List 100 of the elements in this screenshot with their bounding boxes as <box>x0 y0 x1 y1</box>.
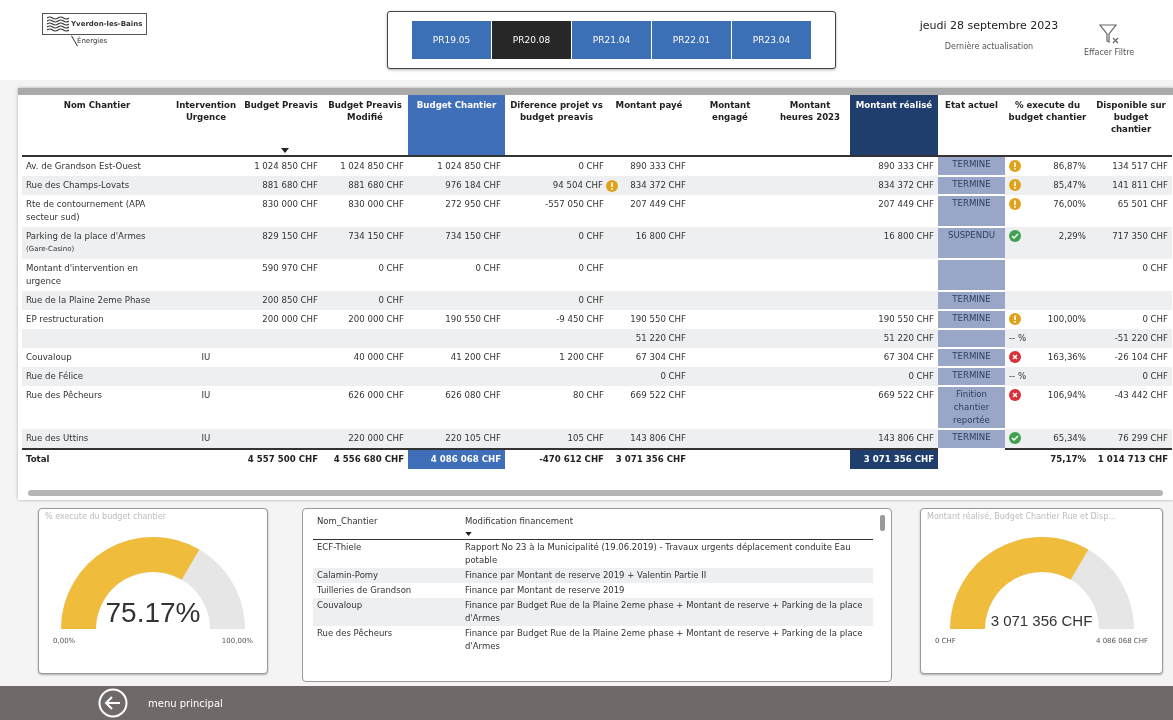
table-cell: 65 501 CHF <box>1117 198 1168 211</box>
table-cell: 76 299 CHF <box>1117 432 1168 445</box>
column-header[interactable]: Intervention Urgence <box>172 95 240 156</box>
table-cell: Parking de la place d'Armes <box>26 231 146 241</box>
column-header[interactable]: Modification financement <box>461 513 873 540</box>
table-cell: 829 150 CHF <box>262 230 318 243</box>
filter-clear-icon <box>1098 23 1121 45</box>
gauge-value: 3 071 356 CHF <box>989 612 1094 629</box>
table-cell: 105 CHF <box>567 432 604 445</box>
total-cell: 4 556 680 CHF <box>333 454 404 464</box>
status-label: TERMINE <box>952 294 991 304</box>
table-cell: 100,00% <box>1047 313 1086 326</box>
table-cell: 669 522 CHF <box>630 389 686 402</box>
table-cell: IU <box>201 389 211 402</box>
table-cell: 51 220 CHF <box>635 332 686 345</box>
table-cell: 0 CHF <box>578 230 604 243</box>
table-cell: 0 CHF <box>1142 262 1168 275</box>
column-header[interactable]: Diference projet vs budget preavis <box>505 95 608 156</box>
table-cell: 881 680 CHF <box>262 179 318 192</box>
status-label: TERMINE <box>952 432 991 442</box>
slicer-button[interactable]: PR22.01 <box>652 21 731 59</box>
table-cell: 76,00% <box>1053 198 1086 211</box>
slicer-button[interactable]: PR19.05 <box>412 21 491 59</box>
gauge-value: 75.17% <box>104 597 202 629</box>
horizontal-scrollbar[interactable] <box>28 490 1163 496</box>
error-icon <box>1009 351 1021 363</box>
slicer-button[interactable]: PR20.08 <box>492 21 571 59</box>
table-cell: 830 000 CHF <box>348 198 404 211</box>
warning-icon <box>1009 313 1021 325</box>
table-cell: Rue des Pêcheurs <box>317 628 393 638</box>
column-header[interactable]: Montant engagé <box>690 95 770 156</box>
table-cell: 220 000 CHF <box>348 432 404 445</box>
table-cell: 717 350 CHF <box>1112 230 1168 243</box>
table-cell: 830 000 CHF <box>262 198 318 211</box>
clear-filter-button[interactable]: Effacer Filtre <box>1084 23 1135 57</box>
status-label: TERMINE <box>952 198 991 208</box>
table-cell: 0 CHF <box>1142 370 1168 383</box>
column-header[interactable]: Montant réalisé <box>850 95 938 156</box>
total-cell: 1 014 713 CHF <box>1097 454 1168 464</box>
total-cell: 3 071 356 CHF <box>863 454 934 464</box>
table-cell: 94 504 CHF <box>552 179 603 192</box>
table-cell: 272 950 CHF <box>445 198 501 211</box>
total-cell: 3 071 356 CHF <box>615 454 686 464</box>
table-cell: 0 CHF <box>578 160 604 173</box>
slicer-button[interactable]: PR23.04 <box>732 21 811 59</box>
table-cell: Montant d'intervention en urgence <box>26 263 138 286</box>
table-cell: 190 550 CHF <box>878 313 934 326</box>
total-cell: Total <box>26 454 50 464</box>
status-label: Finition chantier reportée <box>953 389 990 425</box>
table-cell: -- % <box>1009 332 1027 345</box>
column-header[interactable]: Budget Preavis <box>240 95 322 156</box>
table-cell: 0 CHF <box>578 294 604 307</box>
column-header[interactable]: Budget Chantier <box>408 95 505 156</box>
table-cell: Rte de contournement (APA secteur sud) <box>26 199 146 222</box>
table-cell: -9 450 CHF <box>556 313 604 326</box>
table-cell: Couvaloup <box>26 352 72 362</box>
table-cell: 626 000 CHF <box>348 389 404 402</box>
table-cell: 86,87% <box>1053 160 1086 173</box>
table-cell: 190 550 CHF <box>445 313 501 326</box>
status-label: TERMINE <box>952 370 991 380</box>
menu-button[interactable]: menu principal <box>98 688 223 718</box>
table-cell: 220 105 CHF <box>445 432 501 445</box>
table-cell: 0 CHF <box>378 294 404 307</box>
status-label: TERMINE <box>952 179 991 189</box>
table-cell: 134 517 CHF <box>1112 160 1168 173</box>
table-cell: 0 CHF <box>1142 313 1168 326</box>
table-cell: 200 850 CHF <box>262 294 318 307</box>
column-header[interactable]: Montant payé <box>608 95 690 156</box>
status-label: TERMINE <box>952 351 991 361</box>
column-header[interactable]: Nom_Chantier <box>313 513 461 540</box>
table-cell: 207 449 CHF <box>878 198 934 211</box>
table-cell: 890 333 CHF <box>878 160 934 173</box>
table-cell: 834 372 CHF <box>630 179 686 192</box>
slicer-button[interactable]: PR21.04 <box>572 21 651 59</box>
table-cell: -557 050 CHF <box>545 198 604 211</box>
total-cell: -470 612 CHF <box>539 454 604 464</box>
table-cell: Finance par Budget Rue de la Plaine 2eme phase + Montant de reserve + Parking de la place d'Armes <box>465 628 863 651</box>
table-cell: 0 CHF <box>475 262 501 275</box>
table-cell: IU <box>201 351 211 364</box>
table-cell: 734 150 CHF <box>445 230 501 243</box>
table-cell: 200 000 CHF <box>262 313 318 326</box>
column-header[interactable]: Disponible sur budget chantier <box>1090 95 1172 156</box>
refresh-caption: Dernière actualisation <box>944 42 1034 51</box>
table-cell: 163,36% <box>1047 351 1086 364</box>
table-cell: IU <box>201 432 211 445</box>
vertical-scrollbar[interactable] <box>880 515 885 531</box>
table-cell: Rue de la Plaine 2eme Phase <box>26 295 151 305</box>
check-icon <box>1009 230 1021 242</box>
warning-icon <box>1009 198 1021 210</box>
table-cell: EP restructuration <box>26 314 104 324</box>
table-cell: 65,34% <box>1053 432 1086 445</box>
table-cell: Rue des Pêcheurs <box>26 390 103 400</box>
table-cell: 16 800 CHF <box>635 230 686 243</box>
table-cell: 1 200 CHF <box>559 351 604 364</box>
column-header[interactable]: Nom Chantier <box>22 95 172 156</box>
table-cell: Finance par Budget Rue de la Plaine 2eme phase + Montant de reserve + Parking de la place d'Armes <box>465 600 863 623</box>
table-cell: 2,29% <box>1058 230 1086 243</box>
table-cell: 881 680 CHF <box>348 179 404 192</box>
column-header[interactable]: % execute du budget chantier <box>1005 95 1090 156</box>
table-cell: Rapport No 23 à la Municipalité (19.06.2019) - Travaux urgents déplacement conduite Eau potable <box>465 542 851 565</box>
